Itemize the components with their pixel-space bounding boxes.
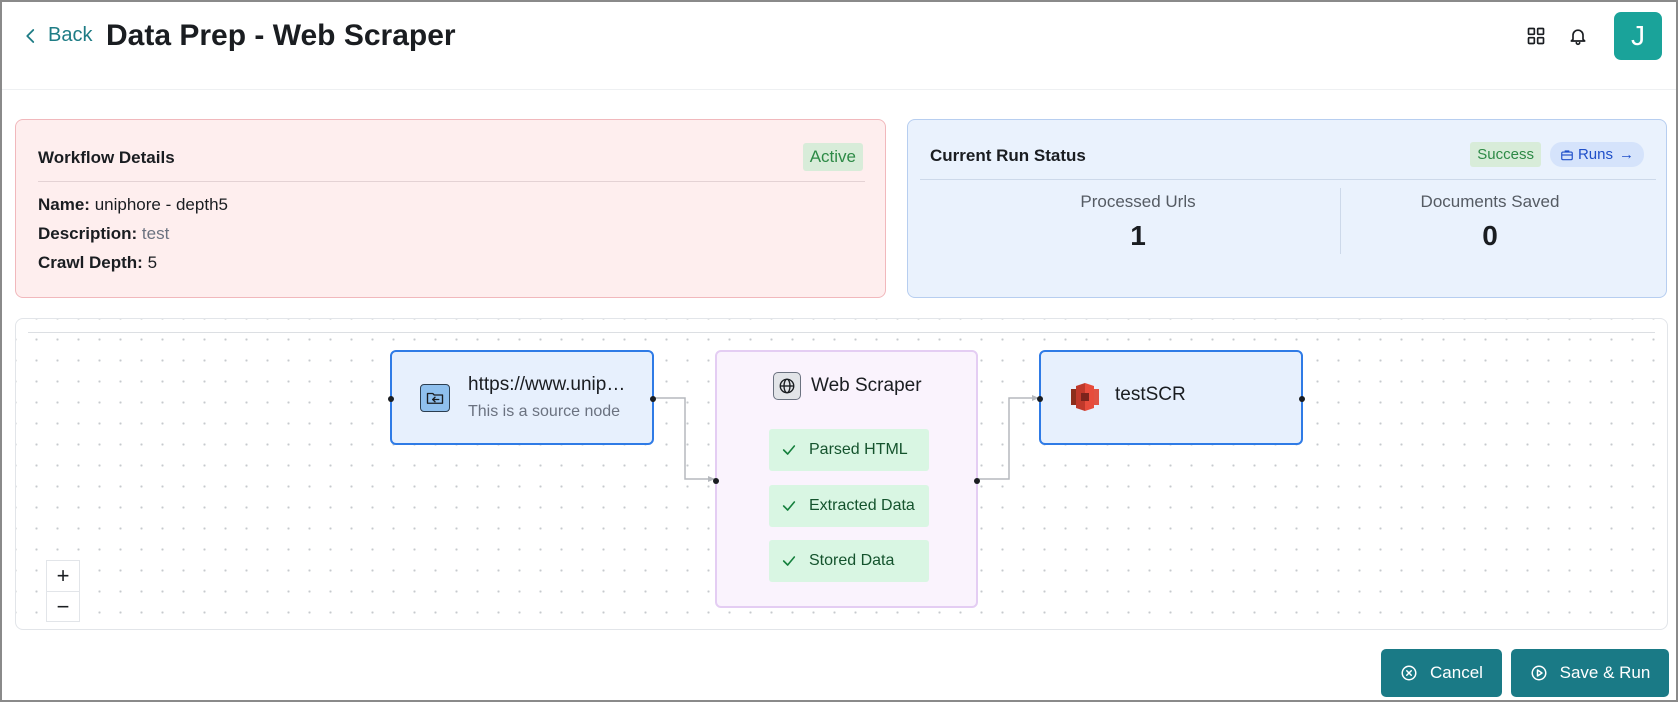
chevron-left-icon	[26, 28, 35, 43]
processed-urls-value: 1	[1130, 220, 1146, 251]
zoom-out-button[interactable]: −	[47, 591, 79, 621]
divider	[38, 181, 865, 182]
zoom-controls: + −	[46, 560, 80, 622]
web-scraper-header: Web Scraper	[773, 372, 922, 400]
step-label: Parsed HTML	[809, 441, 908, 458]
source-node[interactable]: https://www.uniphore.com This is a sourc…	[388, 350, 656, 445]
workflow-details-title: Workflow Details	[38, 148, 175, 167]
scraper-input-handle[interactable]	[713, 478, 719, 484]
web-scraper-title: Web Scraper	[811, 375, 922, 396]
cancel-button[interactable]: Cancel	[1381, 649, 1502, 697]
globe-icon	[773, 372, 801, 400]
play-circle-icon	[1531, 665, 1547, 681]
divider	[920, 179, 1656, 180]
zoom-in-button[interactable]: +	[47, 561, 79, 591]
page-title: Data Prep - Web Scraper	[106, 19, 456, 52]
name-value: uniphore - depth5	[94, 195, 228, 214]
runs-label: Runs	[1577, 146, 1613, 163]
step-label: Extracted Data	[809, 497, 915, 514]
runs-link[interactable]: Runs →	[1549, 142, 1644, 167]
workflow-description-row: Description: test	[38, 224, 169, 244]
workflow-details-card: Workflow Details Active Name: uniphore -…	[15, 119, 886, 298]
header-actions: J	[1524, 12, 1662, 60]
processed-urls-label: Processed Urls	[1080, 192, 1196, 211]
documents-saved-metric: Documents Saved 0	[1340, 192, 1640, 252]
briefcase-icon	[1561, 149, 1573, 160]
grid-icon[interactable]	[1524, 24, 1548, 48]
destination-node[interactable]: testSCR	[1037, 350, 1305, 445]
documents-saved-label: Documents Saved	[1420, 192, 1560, 211]
run-status-title: Current Run Status	[930, 146, 1086, 165]
back-button[interactable]: Back	[22, 24, 92, 47]
arrow-right-icon: →	[1619, 146, 1634, 163]
workflow-name-row: Name: uniphore - depth5	[38, 195, 228, 215]
status-badge: Active	[802, 143, 863, 171]
destination-output-handle[interactable]	[1299, 396, 1305, 402]
save-and-run-button[interactable]: Save & Run	[1511, 649, 1669, 697]
workflow-canvas[interactable]: https://www.uniphore.com This is a sourc…	[15, 318, 1668, 630]
bell-icon[interactable]	[1566, 24, 1590, 48]
web-scraper-node[interactable]: Web Scraper Parsed HTML Extracted Data S…	[713, 350, 980, 608]
crawl-depth-label: Crawl Depth:	[38, 253, 143, 272]
source-node-title: https://www.uniphore.com	[468, 374, 628, 395]
cancel-label: Cancel	[1430, 663, 1483, 682]
edge-source-to-scraper	[654, 397, 715, 480]
step-extracted-data: Extracted Data	[769, 485, 929, 527]
app-window: Back Data Prep - Web Scraper J Workflow …	[0, 0, 1678, 702]
page-header: Back Data Prep - Web Scraper J	[2, 2, 1676, 90]
scraper-output-handle[interactable]	[974, 478, 980, 484]
avatar[interactable]: J	[1614, 12, 1662, 60]
folder-input-icon	[420, 384, 450, 412]
source-node-subtitle: This is a source node	[468, 403, 621, 420]
workflow-crawl-depth-row: Crawl Depth: 5	[38, 253, 157, 273]
edge-scraper-to-dest	[978, 397, 1039, 480]
description-label: Description:	[38, 224, 138, 243]
check-icon	[782, 556, 796, 566]
aws-s3-icon	[1071, 383, 1099, 411]
step-label: Stored Data	[809, 552, 895, 569]
source-output-handle[interactable]	[650, 396, 656, 402]
cancel-circle-icon	[1401, 665, 1417, 681]
destination-node-title: testSCR	[1115, 384, 1186, 405]
crawl-depth-value: 5	[147, 253, 158, 272]
step-stored-data: Stored Data	[769, 540, 929, 582]
check-icon	[782, 501, 796, 511]
name-label: Name:	[38, 195, 90, 214]
check-icon	[782, 445, 796, 455]
run-status-card: Current Run Status Success Runs → Proces…	[907, 119, 1667, 298]
processed-urls-metric: Processed Urls 1	[988, 192, 1288, 252]
run-success-badge: Success	[1470, 142, 1541, 167]
source-input-handle[interactable]	[388, 396, 394, 402]
save-and-run-label: Save & Run	[1559, 663, 1651, 682]
documents-saved-value: 0	[1482, 220, 1498, 251]
back-label: Back	[48, 24, 93, 46]
description-value: test	[141, 224, 170, 243]
step-parsed-html: Parsed HTML	[769, 429, 929, 471]
destination-input-handle[interactable]	[1037, 396, 1043, 402]
